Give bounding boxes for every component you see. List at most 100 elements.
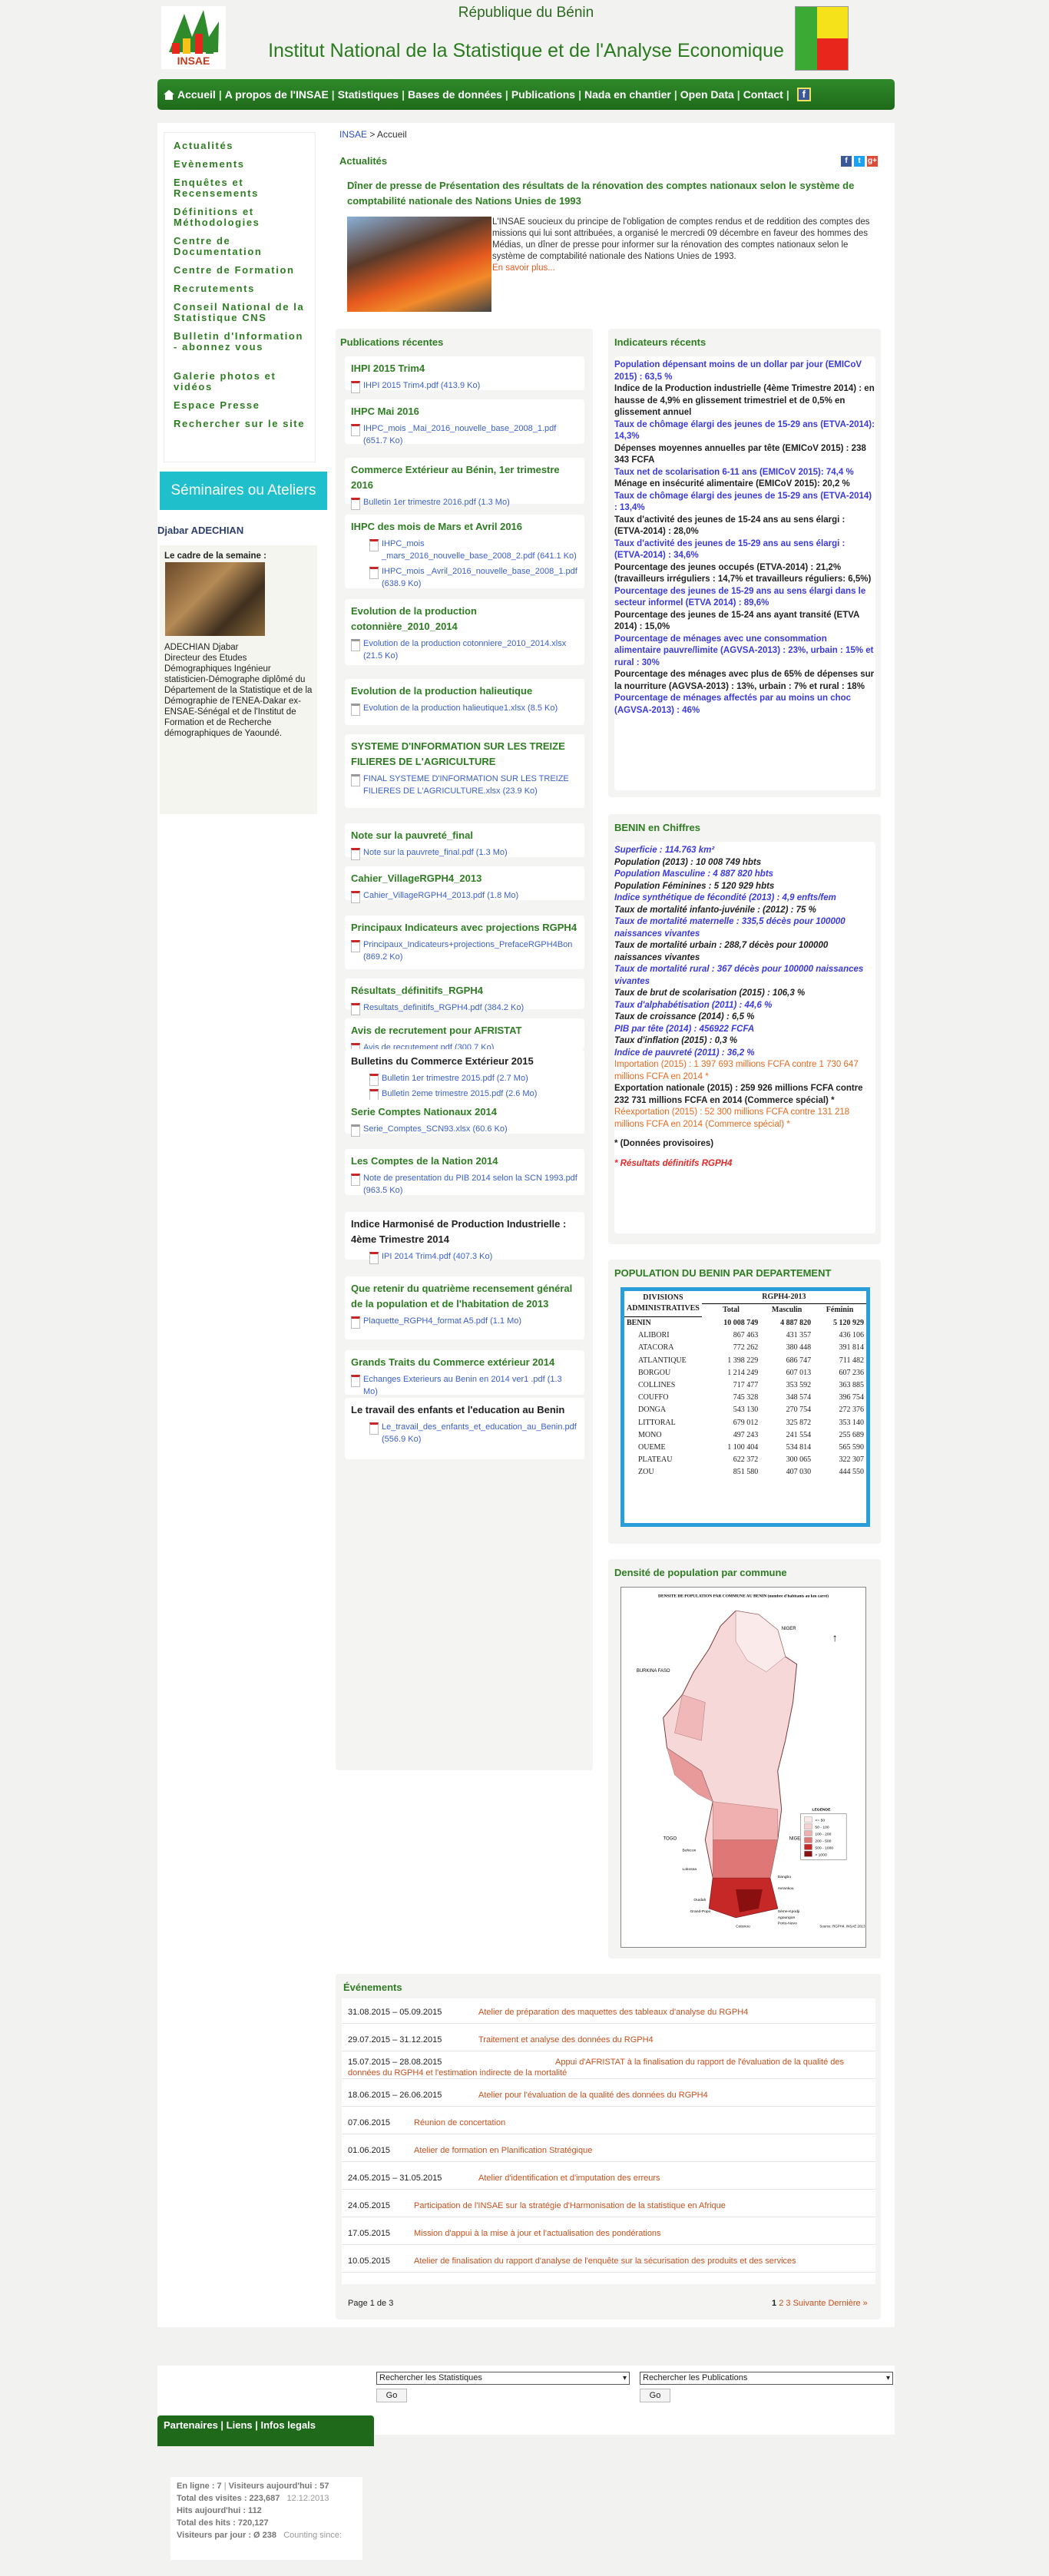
twitter-share-icon[interactable]: t (854, 156, 865, 167)
news-title[interactable]: Dîner de presse de Présentation des résu… (347, 178, 877, 209)
event-link[interactable]: Traitement et analyse des données du RGP… (478, 2035, 654, 2045)
publication-file-link[interactable]: IHPC_mois _mars_2016_nouvelle_base_2008_… (369, 538, 578, 562)
publication-title[interactable]: Indice Harmonisé de Production Industrie… (351, 1217, 578, 1247)
publication-title[interactable]: Grands Traits du Commerce extérieur 2014 (351, 1355, 578, 1370)
menu-bulletin[interactable]: Bulletin d'Information - abonnez vous (174, 331, 312, 353)
facebook-share-icon[interactable]: f (841, 156, 852, 167)
search-statistiques-select[interactable]: Rechercher les Statistiques (376, 2372, 630, 2385)
publication-file-link[interactable]: FINAL SYSTEME D'INFORMATION SUR LES TREI… (351, 773, 578, 797)
publication-title[interactable]: IHPC des mois de Mars et Avril 2016 (351, 519, 578, 535)
googleplus-share-icon[interactable]: g+ (867, 156, 878, 167)
menu-recrutements[interactable]: Recrutements (174, 283, 312, 294)
publication-file-link[interactable]: Bulletin 1er trimestre 2016.pdf (1.3 Mo) (351, 496, 578, 510)
indicator-line[interactable]: Taux net de scolarisation 6-11 ans (EMIC… (614, 467, 875, 479)
publication-file-link[interactable]: Le_travail_des_enfants_et_education_au_B… (369, 1421, 578, 1445)
seminaires-button[interactable]: Séminaires ou Ateliers (160, 472, 327, 510)
indicator-line[interactable]: Pourcentage de ménages affectés par au m… (614, 693, 875, 717)
publication-file-link[interactable]: Principaux_Indicateurs+projections_Prefa… (351, 939, 578, 963)
publication-title[interactable]: Que retenir du quatrième recensement gén… (351, 1281, 578, 1312)
page-next[interactable]: Suivante (793, 2299, 826, 2308)
menu-rechercher[interactable]: Rechercher sur le site (174, 419, 312, 429)
publication-title[interactable]: Note sur la pauvreté_final (351, 828, 578, 843)
event-link[interactable]: Atelier d'identification et d'imputation… (478, 2173, 660, 2184)
publication-file-link[interactable]: Evolution de la production cotonniere_20… (351, 637, 578, 662)
menu-cns[interactable]: Conseil National de la Statistique CNS (174, 302, 312, 323)
news-image[interactable] (347, 217, 491, 312)
publication-title[interactable]: Les Comptes de la Nation 2014 (351, 1154, 578, 1169)
publication-title[interactable]: IHPC Mai 2016 (351, 404, 578, 419)
publication-file-link[interactable]: Bulletin 2eme trimestre 2015.pdf (2.6 Mo… (369, 1088, 578, 1101)
read-more-link[interactable]: En savoir plus... (492, 263, 555, 273)
home-icon[interactable] (164, 89, 174, 100)
publication-file-link[interactable]: IHPC_mois _Avril_2016_nouvelle_base_2008… (369, 565, 578, 590)
menu-actualites[interactable]: Actualités (174, 141, 312, 151)
publication-file-link[interactable]: Bulletin 1er trimestre 2015.pdf (2.7 Mo) (369, 1072, 578, 1086)
publication-file-link[interactable]: IHPC_mois _Mai_2016_nouvelle_base_2008_1… (351, 422, 578, 447)
page-2[interactable]: 2 (779, 2299, 783, 2308)
nav-a-propos[interactable]: A propos de l'INSAE (225, 88, 329, 101)
facebook-icon[interactable]: f (796, 88, 811, 101)
indicator-line[interactable]: Pourcentage des jeunes de 15-29 ans au s… (614, 586, 875, 610)
population-table[interactable]: DIVISIONS ADMINISTRATIVES RGPH4-2013 Tota… (620, 1287, 870, 1527)
nav-open-data[interactable]: Open Data (680, 88, 734, 101)
publication-file-link[interactable]: IPI 2014 Trim4.pdf (407.3 Ko) (369, 1250, 578, 1264)
publication-title[interactable]: SYSTEME D'INFORMATION SUR LES TREIZE FIL… (351, 739, 578, 770)
publication-title[interactable]: Principaux Indicateurs avec projections … (351, 920, 578, 935)
publication-title[interactable]: Le travail des enfants et l'education au… (351, 1402, 578, 1418)
publication-file-link[interactable]: Note sur la pauvrete_final.pdf (1.3 Mo) (351, 846, 578, 860)
menu-presse[interactable]: Espace Presse (174, 400, 312, 411)
publication-title[interactable]: Evolution de la production halieutique (351, 684, 578, 699)
nav-contact[interactable]: Contact (743, 88, 783, 101)
publication-title[interactable]: Résultats_définitifs_RGPH4 (351, 983, 578, 998)
event-link[interactable]: Atelier de formation en Planification St… (414, 2145, 592, 2156)
page-last[interactable]: Dernière » (828, 2299, 867, 2308)
th-rgph4: RGPH4-2013 (701, 1291, 866, 1305)
publication-title[interactable]: Commerce Extérieur au Bénin, 1er trimest… (351, 462, 578, 493)
go-button-1[interactable]: Go (376, 2389, 407, 2402)
publication-file-link[interactable]: Serie_Comptes_SCN93.xlsx (60.6 Ko) (351, 1123, 578, 1137)
nav-publications[interactable]: Publications (511, 88, 575, 101)
publication-file-link[interactable]: Evolution de la production halieutique1.… (351, 702, 578, 716)
publication-file-link[interactable]: Echanges Exterieurs au Benin en 2014 ver… (351, 1373, 578, 1398)
menu-evenements[interactable]: Evènements (174, 159, 312, 170)
publication-title[interactable]: Evolution de la production cotonnière_20… (351, 604, 578, 634)
publication-file-link[interactable]: Plaquette_RGPH4_format A5.pdf (1.1 Mo) (351, 1315, 578, 1329)
go-button-2[interactable]: Go (640, 2389, 670, 2402)
event-link[interactable]: Appui d'AFRISTAT à la finalisation du ra… (348, 2057, 870, 2078)
indicator-line[interactable]: Taux de chômage élargi des jeunes de 15-… (614, 491, 875, 515)
menu-enquetes[interactable]: Enquêtes et Recensements (174, 177, 312, 199)
search-publications-select[interactable]: Rechercher les Publications (640, 2372, 893, 2385)
publication-file-link[interactable]: IHPI 2015 Trim4.pdf (413.9 Ko) (351, 379, 578, 393)
indicator-line[interactable]: Pourcentage de ménages avec une consomma… (614, 634, 875, 670)
publication-title[interactable]: Bulletins du Commerce Extérieur 2015 (351, 1054, 578, 1069)
indicator-line[interactable]: Taux d'activité des jeunes de 15-29 ans … (614, 538, 875, 562)
nav-statistiques[interactable]: Statistiques (338, 88, 399, 101)
publication-title[interactable]: Serie Comptes Nationaux 2014 (351, 1104, 578, 1120)
page-1[interactable]: 1 (772, 2299, 776, 2308)
publication-file-link[interactable]: Note de presentation du PIB 2014 selon l… (351, 1172, 578, 1197)
page-3[interactable]: 3 (786, 2299, 790, 2308)
publication-file-link[interactable]: Resultats_definitifs_RGPH4.pdf (384.2 Ko… (351, 1002, 578, 1015)
publication-file-link[interactable]: Cahier_VillageRGPH4_2013.pdf (1.8 Mo) (351, 889, 578, 903)
density-map[interactable]: DENSITE DE POPULATION PAR COMMUNE AU BEN… (620, 1587, 866, 1948)
partner-links[interactable]: Partenaires | Liens | Infos legals (157, 2415, 374, 2446)
publication-title[interactable]: Avis de recrutement pour AFRISTAT (351, 1023, 578, 1038)
menu-centre-doc[interactable]: Centre de Documentation (174, 236, 312, 257)
breadcrumb-home[interactable]: INSAE (339, 129, 367, 140)
menu-galerie[interactable]: Galerie photos et vidéos (174, 371, 312, 392)
event-link[interactable]: Atelier de préparation des maquettes des… (478, 2007, 748, 2018)
event-link[interactable]: Atelier pour l'évaluation de la qualité … (478, 2090, 708, 2101)
indicator-line[interactable]: Taux de chômage élargi des jeunes de 15-… (614, 419, 875, 443)
publication-title[interactable]: Cahier_VillageRGPH4_2013 (351, 871, 578, 886)
menu-centre-formation[interactable]: Centre de Formation (174, 265, 312, 276)
nav-nada[interactable]: Nada en chantier (584, 88, 671, 101)
event-link[interactable]: Réunion de concertation (414, 2117, 505, 2128)
event-link[interactable]: Atelier de finalisation du rapport d'ana… (414, 2256, 796, 2266)
publication-title[interactable]: IHPI 2015 Trim4 (351, 361, 578, 376)
event-link[interactable]: Participation de l'INSAE sur la stratégi… (414, 2200, 726, 2211)
menu-definitions[interactable]: Définitions et Méthodologies (174, 207, 312, 228)
event-link[interactable]: Mission d'appui à la mise à jour et l'ac… (414, 2228, 661, 2239)
nav-bases[interactable]: Bases de données (408, 88, 502, 101)
indicator-line[interactable]: Population dépensant moins de un dollar … (614, 359, 875, 383)
nav-accueil[interactable]: Accueil (177, 88, 216, 101)
